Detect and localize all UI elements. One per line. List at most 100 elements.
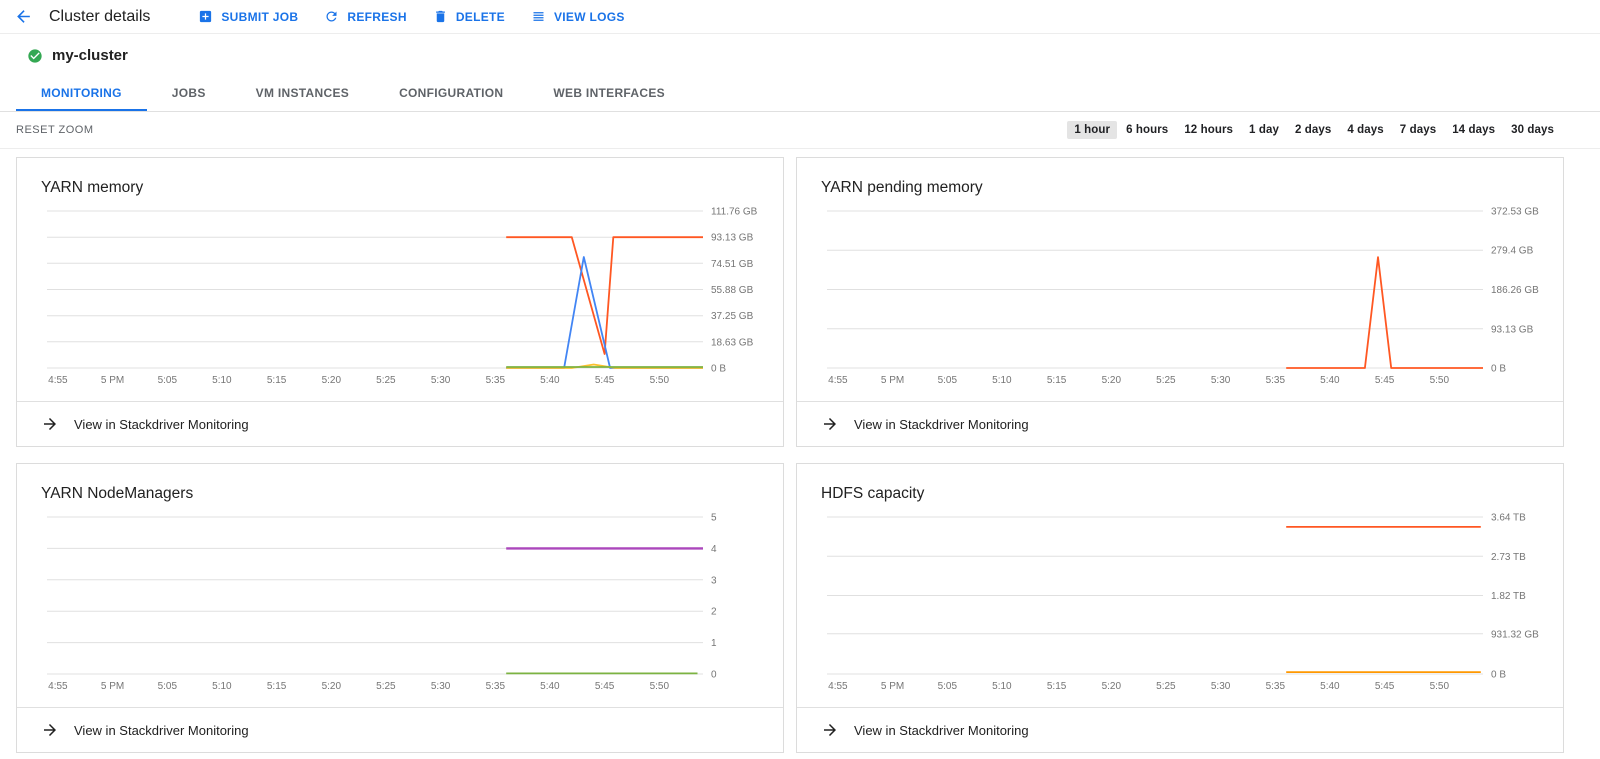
chart-area-hdfs-capacity: 3.64 TB2.73 TB1.82 TB931.32 GB0 B4:555 P… [797, 505, 1563, 695]
x-tick-label: 5:10 [212, 681, 232, 692]
arrow-forward-icon [41, 721, 59, 739]
x-tick-label: 5:20 [1102, 375, 1122, 386]
chart-title-yarn-memory: YARN memory [17, 158, 783, 199]
tabs: MONITORINGJOBSVM INSTANCESCONFIGURATIONW… [0, 75, 1600, 112]
x-tick-label: 5:25 [1156, 681, 1176, 692]
refresh-button[interactable]: REFRESH [324, 9, 406, 24]
time-range-selector: 1 hour6 hours12 hours1 day2 days4 days7 … [1067, 121, 1561, 139]
time-range-4-days[interactable]: 4 days [1340, 121, 1390, 139]
x-tick-label: 5:25 [376, 681, 396, 692]
charts-grid: YARN memory111.76 GB93.13 GB74.51 GB55.8… [16, 157, 1561, 753]
stackdriver-link-yarn-nodemanagers[interactable]: View in Stackdriver Monitoring [17, 707, 783, 752]
tab-jobs[interactable]: JOBS [147, 75, 231, 111]
time-range-30-days[interactable]: 30 days [1504, 121, 1561, 139]
y-tick-label: 37.25 GB [711, 311, 754, 322]
series-red [506, 237, 703, 354]
x-tick-label: 5:05 [938, 375, 958, 386]
stackdriver-link-label: View in Stackdriver Monitoring [74, 417, 249, 432]
stackdriver-link-yarn-pending-memory[interactable]: View in Stackdriver Monitoring [797, 401, 1563, 446]
series-red [1286, 257, 1483, 368]
x-tick-label: 5:40 [540, 375, 560, 386]
stackdriver-link-hdfs-capacity[interactable]: View in Stackdriver Monitoring [797, 707, 1563, 752]
chart-card-yarn-memory: YARN memory111.76 GB93.13 GB74.51 GB55.8… [16, 157, 784, 447]
x-tick-label: 5:10 [992, 375, 1012, 386]
chart-title-yarn-pending-memory: YARN pending memory [797, 158, 1563, 199]
x-tick-label: 5:15 [1047, 375, 1067, 386]
delete-label: DELETE [456, 10, 505, 24]
chart-toolbar: RESET ZOOM 1 hour6 hours12 hours1 day2 d… [0, 112, 1600, 149]
tab-configuration[interactable]: CONFIGURATION [374, 75, 528, 111]
x-tick-label: 5 PM [101, 375, 124, 386]
tab-web-interfaces[interactable]: WEB INTERFACES [528, 75, 690, 111]
y-tick-label: 931.32 GB [1491, 629, 1539, 640]
chart-card-yarn-pending-memory: YARN pending memory372.53 GB279.4 GB186.… [796, 157, 1564, 447]
chart-canvas-yarn-nodemanagers: 5432104:555 PM5:055:105:155:205:255:305:… [41, 505, 759, 695]
x-tick-label: 5:10 [212, 375, 232, 386]
y-tick-label: 74.51 GB [711, 259, 754, 270]
time-range-1-hour[interactable]: 1 hour [1067, 121, 1117, 139]
x-tick-label: 5:30 [431, 681, 451, 692]
stackdriver-link-label: View in Stackdriver Monitoring [74, 723, 249, 738]
time-range-1-day[interactable]: 1 day [1242, 121, 1286, 139]
submit-job-icon [198, 9, 213, 24]
x-tick-label: 4:55 [48, 375, 68, 386]
chart-area-yarn-nodemanagers: 5432104:555 PM5:055:105:155:205:255:305:… [17, 505, 783, 695]
submit-job-button[interactable]: SUBMIT JOB [198, 9, 298, 24]
cluster-name: my-cluster [52, 47, 128, 64]
view-logs-button[interactable]: VIEW LOGS [531, 9, 625, 24]
chart-canvas-yarn-pending-memory: 372.53 GB279.4 GB186.26 GB93.13 GB0 B4:5… [821, 199, 1539, 389]
y-tick-label: 279.4 GB [1491, 246, 1534, 257]
y-tick-label: 55.88 GB [711, 285, 754, 296]
time-range-14-days[interactable]: 14 days [1445, 121, 1502, 139]
x-tick-label: 5:40 [1320, 681, 1340, 692]
chart-title-hdfs-capacity: HDFS capacity [797, 464, 1563, 505]
x-tick-label: 5:45 [1375, 375, 1395, 386]
page-title: Cluster details [49, 8, 150, 26]
x-tick-label: 5:05 [158, 375, 178, 386]
time-range-12-hours[interactable]: 12 hours [1177, 121, 1240, 139]
y-tick-label: 0 B [1491, 364, 1506, 375]
view-logs-icon [531, 9, 546, 24]
x-tick-label: 4:55 [48, 681, 68, 692]
x-tick-label: 5:25 [376, 375, 396, 386]
chart-card-yarn-nodemanagers: YARN NodeManagers5432104:555 PM5:055:105… [16, 463, 784, 753]
header: Cluster details SUBMIT JOB REFRESH DELET… [0, 0, 1600, 34]
x-tick-label: 5:10 [992, 681, 1012, 692]
chart-title-yarn-nodemanagers: YARN NodeManagers [17, 464, 783, 505]
x-tick-label: 5:35 [486, 681, 506, 692]
reset-zoom-button[interactable]: RESET ZOOM [16, 124, 94, 136]
tab-monitoring[interactable]: MONITORING [16, 75, 147, 111]
x-tick-label: 5:30 [431, 375, 451, 386]
y-tick-label: 93.13 GB [1491, 324, 1534, 335]
x-tick-label: 5:40 [540, 681, 560, 692]
x-tick-label: 5:35 [1266, 375, 1286, 386]
y-tick-label: 3.64 TB [1491, 513, 1526, 524]
time-range-6-hours[interactable]: 6 hours [1119, 121, 1175, 139]
check-circle-icon [27, 48, 43, 64]
stackdriver-link-yarn-memory[interactable]: View in Stackdriver Monitoring [17, 401, 783, 446]
y-tick-label: 2 [711, 607, 717, 618]
x-tick-label: 5:45 [1375, 681, 1395, 692]
view-logs-label: VIEW LOGS [554, 10, 625, 24]
x-tick-label: 5:45 [595, 681, 615, 692]
y-tick-label: 5 [711, 513, 717, 524]
y-tick-label: 18.63 GB [711, 337, 754, 348]
time-range-7-days[interactable]: 7 days [1393, 121, 1443, 139]
tab-vm-instances[interactable]: VM INSTANCES [231, 75, 374, 111]
x-tick-label: 5 PM [881, 681, 904, 692]
back-button[interactable] [14, 7, 33, 26]
arrow-forward-icon [821, 415, 839, 433]
refresh-label: REFRESH [347, 10, 406, 24]
x-tick-label: 5:50 [650, 681, 670, 692]
x-tick-label: 5:30 [1211, 375, 1231, 386]
stackdriver-link-label: View in Stackdriver Monitoring [854, 723, 1029, 738]
submit-job-label: SUBMIT JOB [221, 10, 298, 24]
stackdriver-link-label: View in Stackdriver Monitoring [854, 417, 1029, 432]
x-tick-label: 5:50 [1430, 375, 1450, 386]
y-tick-label: 0 [711, 670, 717, 681]
delete-button[interactable]: DELETE [433, 9, 505, 24]
y-tick-label: 4 [711, 544, 717, 555]
y-tick-label: 186.26 GB [1491, 285, 1539, 296]
time-range-2-days[interactable]: 2 days [1288, 121, 1338, 139]
x-tick-label: 5:35 [486, 375, 506, 386]
